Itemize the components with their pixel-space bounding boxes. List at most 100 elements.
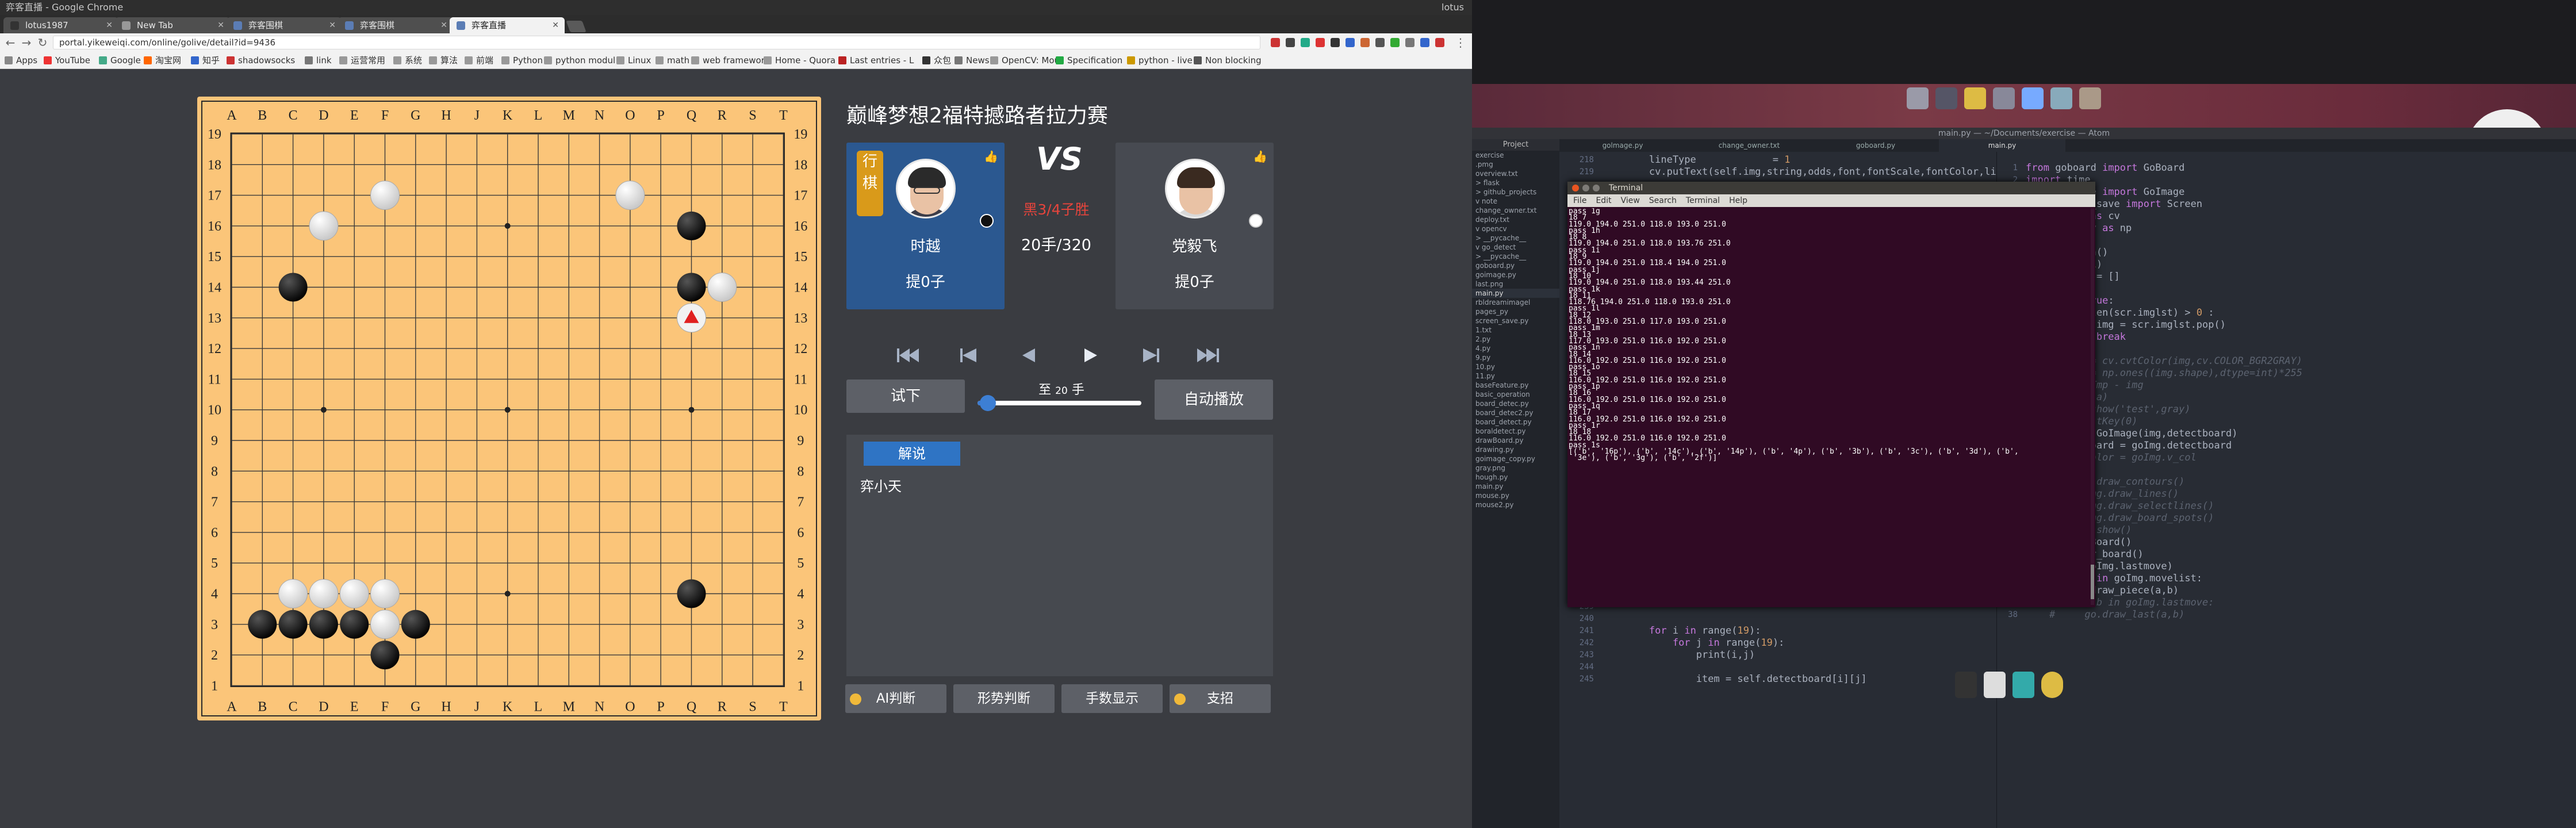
bookmark-item[interactable]: 淘宝网 bbox=[143, 52, 186, 69]
extension-icon[interactable] bbox=[1286, 38, 1295, 47]
file-tree-item[interactable]: v opencv bbox=[1472, 224, 1559, 233]
bookmark-item[interactable]: OpenCV: Mou bbox=[989, 52, 1060, 69]
bookmark-item[interactable]: math bbox=[654, 52, 689, 69]
tab-yike-1[interactable]: 弈客围棋 ✕ bbox=[227, 17, 342, 33]
menu-view[interactable]: View bbox=[1621, 196, 1640, 205]
show-move-numbers-button[interactable]: 手数显示 bbox=[1061, 684, 1163, 713]
back-icon[interactable]: ← bbox=[3, 36, 17, 49]
new-tab-button[interactable] bbox=[566, 21, 586, 32]
code-line[interactable]: 1 from goboard import GoBoard bbox=[1997, 162, 2576, 174]
thumbs-up-icon[interactable]: 👍 bbox=[1253, 150, 1267, 163]
extension-icon[interactable] bbox=[1331, 38, 1340, 47]
code-line[interactable]: 244 bbox=[1559, 661, 1996, 673]
bookmark-item[interactable]: 前端 bbox=[463, 52, 497, 69]
menu-terminal[interactable]: Terminal bbox=[1686, 196, 1720, 205]
file-tree-item[interactable]: > github_projects bbox=[1472, 187, 1559, 197]
files-tray-icon[interactable] bbox=[1984, 672, 2006, 698]
close-tab-icon[interactable]: ✕ bbox=[106, 17, 113, 33]
tab-yike-live[interactable]: 弈客直播 ✕ bbox=[450, 17, 565, 33]
app-icon[interactable] bbox=[2050, 87, 2072, 109]
terminal-scrollbar[interactable] bbox=[2091, 208, 2094, 605]
code-line[interactable]: 242 for j in range(19): bbox=[1559, 637, 1996, 649]
next-move-button[interactable] bbox=[1075, 340, 1105, 370]
file-tree-item[interactable]: screen_save.py bbox=[1472, 316, 1559, 325]
address-bar[interactable]: portal.yikeweiqi.com/online/golive/detai… bbox=[53, 36, 1260, 49]
file-tree-item[interactable]: board_detec.py bbox=[1472, 399, 1559, 408]
file-tree-item[interactable]: v note bbox=[1472, 197, 1559, 206]
move-slider[interactable] bbox=[977, 395, 1141, 411]
menu-icon[interactable]: ⋮ bbox=[1454, 36, 1467, 49]
bookmark-item[interactable]: shadowsocks bbox=[225, 52, 300, 69]
menu-file[interactable]: File bbox=[1573, 196, 1586, 205]
bookmark-item[interactable]: 系统 bbox=[392, 52, 424, 69]
file-tree-item[interactable]: drawing.py bbox=[1472, 445, 1559, 454]
tab-commentary[interactable]: 解说 bbox=[864, 442, 960, 466]
file-tree-item[interactable]: boraldetect.py bbox=[1472, 427, 1559, 436]
file-tree-item[interactable]: main.py bbox=[1472, 289, 1559, 298]
code-line[interactable]: 218 lineType = 1 bbox=[1559, 154, 1996, 166]
bookmark-item[interactable]: Linux bbox=[615, 52, 651, 69]
thumbs-up-icon[interactable]: 👍 bbox=[984, 150, 998, 163]
tab-yike-2[interactable]: 弈客围棋 ✕ bbox=[338, 17, 453, 33]
file-tree-item[interactable]: 11.py bbox=[1472, 371, 1559, 381]
close-tab-icon[interactable]: ✕ bbox=[440, 17, 447, 33]
file-tree-item[interactable]: basic_operation bbox=[1472, 390, 1559, 399]
extension-icon[interactable] bbox=[1405, 38, 1414, 47]
file-tree-item[interactable]: 10.py bbox=[1472, 362, 1559, 371]
file-tree-item[interactable]: goimage_copy.py bbox=[1472, 454, 1559, 463]
terminal-tray-icon[interactable] bbox=[1955, 672, 1977, 698]
file-tree-item[interactable]: board_detect.py bbox=[1472, 417, 1559, 427]
code-line[interactable]: 38 # go.draw_last(a,b) bbox=[1997, 609, 2576, 621]
file-tree-item[interactable]: goimage.py bbox=[1472, 270, 1559, 279]
extension-icon[interactable] bbox=[1435, 38, 1444, 47]
file-tree-item[interactable]: mouse.py bbox=[1472, 491, 1559, 500]
code-line[interactable]: 245 item = self.detectboard[i][j] bbox=[1559, 673, 1996, 685]
file-tree-item[interactable]: pages_py bbox=[1472, 307, 1559, 316]
bookmark-item[interactable]: Apps bbox=[3, 52, 39, 69]
code-line[interactable]: 243 print(i,j) bbox=[1559, 649, 1996, 661]
terminal-window[interactable]: Terminal File Edit View Search Terminal Help … bbox=[1567, 182, 2095, 607]
auto-play-button[interactable]: 自动播放 bbox=[1155, 379, 1273, 420]
extension-icon[interactable] bbox=[1316, 38, 1325, 47]
file-tree-item[interactable]: goboard.py bbox=[1472, 261, 1559, 270]
steam-icon[interactable] bbox=[1935, 87, 1957, 109]
reload-icon[interactable]: ↻ bbox=[36, 36, 49, 49]
menu-edit[interactable]: Edit bbox=[1596, 196, 1611, 205]
first-move-button[interactable] bbox=[892, 340, 922, 370]
slider-handle[interactable] bbox=[979, 395, 996, 411]
file-tree-item[interactable]: baseFeature.py bbox=[1472, 381, 1559, 390]
close-icon[interactable] bbox=[1572, 185, 1579, 191]
suggest-button[interactable]: 支招 bbox=[1170, 684, 1271, 713]
power-icon[interactable] bbox=[2079, 87, 2101, 109]
tab-change-owner[interactable]: change_owner.txt bbox=[1686, 139, 1812, 152]
prev-move-button[interactable] bbox=[1014, 340, 1044, 370]
bookmark-item[interactable]: link bbox=[304, 52, 335, 69]
bookmark-item[interactable]: YouTube bbox=[43, 52, 94, 69]
file-tree-item[interactable]: 1.txt bbox=[1472, 325, 1559, 335]
bookmark-item[interactable]: Google bbox=[98, 52, 141, 69]
file-tree-item[interactable]: rbldreamimagel bbox=[1472, 298, 1559, 307]
tab-goimage[interactable]: golmage.py bbox=[1559, 139, 1686, 152]
file-tree-item[interactable]: exercise bbox=[1472, 151, 1559, 160]
file-tree-item[interactable]: .pmg bbox=[1472, 160, 1559, 169]
file-tree-item[interactable]: drawBoard.py bbox=[1472, 436, 1559, 445]
file-tree-item[interactable]: > __pycache__ bbox=[1472, 233, 1559, 243]
terminal-output[interactable]: pass 1g 18 7 119.0 194.0 251.0 118.0 193.0… bbox=[1569, 208, 2086, 605]
mail-tray-icon[interactable] bbox=[2012, 672, 2034, 698]
close-tab-icon[interactable]: ✕ bbox=[552, 17, 559, 33]
file-tree-item[interactable]: 9.py bbox=[1472, 353, 1559, 362]
forward-icon[interactable]: → bbox=[20, 36, 33, 49]
bookmark-item[interactable]: Non blocking bbox=[1193, 52, 1262, 69]
extension-icon[interactable] bbox=[1375, 38, 1385, 47]
last-move-button[interactable] bbox=[1194, 340, 1224, 370]
extension-icon[interactable] bbox=[1346, 38, 1355, 47]
chrome-tray-icon[interactable] bbox=[2041, 672, 2063, 698]
bookmark-item[interactable]: 运营常用 bbox=[338, 52, 389, 69]
go-board[interactable]: A A B B C C D D E E F F G G H H J J K K L L M M N N O O P P Q Q R R S S T T 19… bbox=[197, 97, 821, 720]
file-tree-item[interactable]: main.py bbox=[1472, 482, 1559, 491]
trash-icon[interactable] bbox=[1907, 87, 1929, 109]
tab-new-tab[interactable]: New Tab ✕ bbox=[115, 17, 230, 33]
tab-main[interactable]: main.py bbox=[1939, 139, 2065, 152]
extension-icon[interactable] bbox=[1420, 38, 1429, 47]
close-tab-icon[interactable]: ✕ bbox=[329, 17, 336, 33]
